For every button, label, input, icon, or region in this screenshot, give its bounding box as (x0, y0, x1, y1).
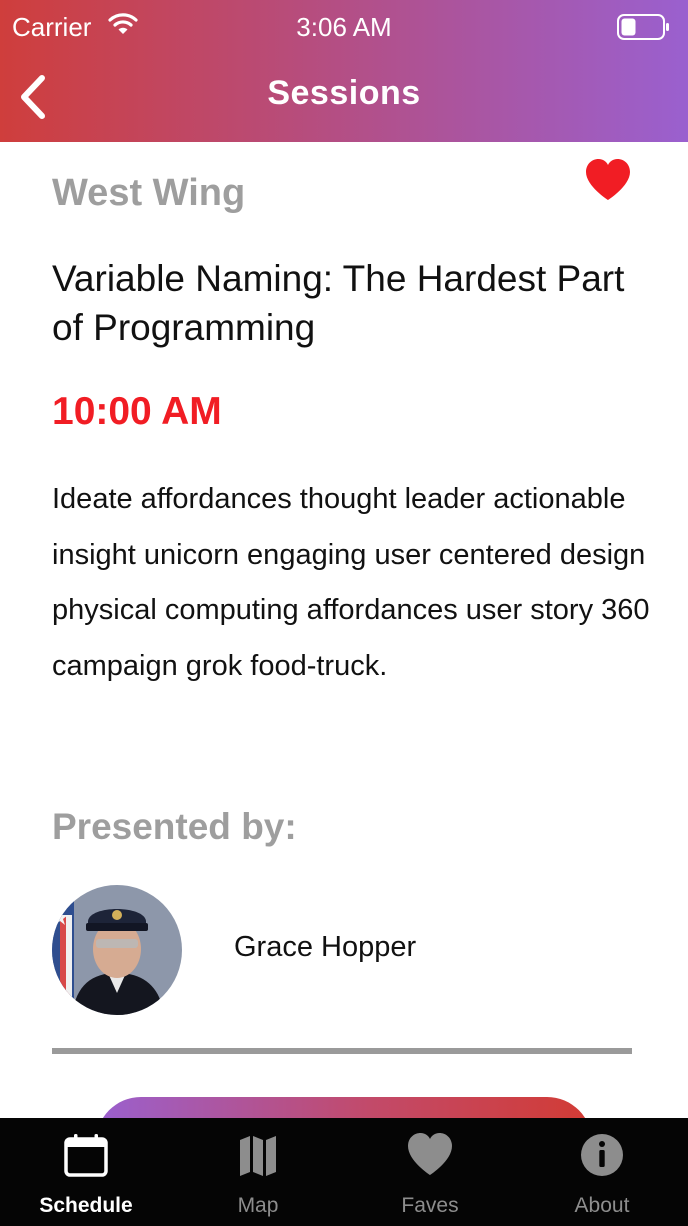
session-title: Variable Naming: The Hardest Part of Pro… (52, 258, 625, 348)
session-description: Ideate affordances thought leader action… (52, 483, 650, 682)
heart-icon (408, 1133, 452, 1175)
calendar-icon (64, 1134, 108, 1177)
tab-label: Faves (401, 1194, 459, 1217)
tab-faves[interactable]: Faves (344, 1118, 516, 1226)
session-location: West Wing (52, 172, 246, 214)
info-icon (581, 1134, 623, 1176)
session-time: 10:00 AM (52, 390, 222, 433)
status-bar: Carrier 3:06 AM (0, 0, 688, 56)
tab-about[interactable]: About (516, 1118, 688, 1226)
nav-header: Carrier 3:06 AM Sessions (0, 0, 688, 142)
tab-schedule[interactable]: Schedule (0, 1118, 172, 1226)
presenter-avatar (52, 885, 182, 1015)
action-button[interactable] (96, 1097, 592, 1118)
section-divider (52, 1048, 632, 1054)
tab-map[interactable]: Map (172, 1118, 344, 1226)
battery-icon (617, 14, 669, 40)
presenter-row[interactable]: Grace Hopper (52, 885, 642, 1015)
tab-bar: Schedule Map Faves About (0, 1118, 688, 1226)
favorite-button[interactable] (584, 158, 632, 202)
tab-label: Schedule (39, 1194, 133, 1217)
tab-label: About (574, 1194, 630, 1217)
presented-by-label: Presented by: (52, 806, 297, 847)
presenter-name: Grace Hopper (234, 931, 417, 963)
heart-icon (586, 159, 630, 200)
tab-label: Map (237, 1194, 279, 1217)
map-icon (240, 1136, 276, 1176)
status-time: 3:06 AM (296, 12, 392, 42)
page-title: Sessions (267, 74, 421, 112)
session-detail-screen: Carrier 3:06 AM Sessions West Wing Varia… (0, 0, 688, 1226)
session-content[interactable]: West Wing Variable Naming: The Hardest P… (0, 142, 688, 1118)
